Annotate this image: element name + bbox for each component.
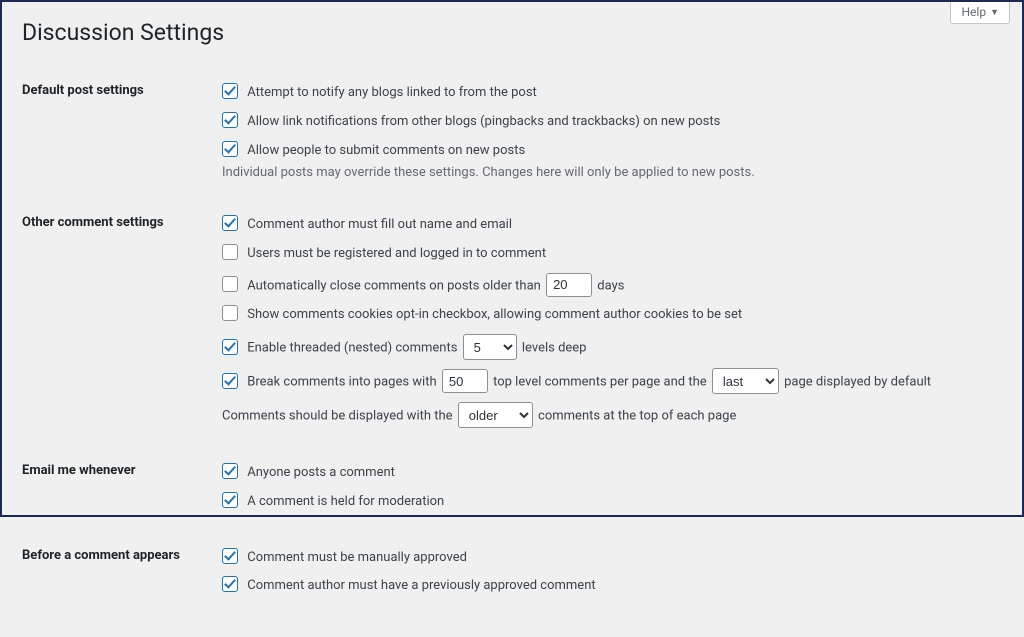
row-threaded[interactable]: Enable threaded (nested) comments 5 leve… [222, 334, 992, 360]
checkbox-notify[interactable] [222, 83, 238, 99]
select-threaded-levels[interactable]: 5 [463, 334, 517, 360]
help-tab-button[interactable]: Help ▼ [950, 2, 1010, 24]
row-cookies[interactable]: Show comments cookies opt-in checkbox, a… [222, 305, 992, 326]
label-notify: Attempt to notify any blogs linked to fr… [247, 85, 537, 100]
help-tab-label: Help [961, 5, 986, 19]
row-email-anyone[interactable]: Anyone posts a comment [222, 463, 992, 484]
label-registered: Users must be registered and logged in t… [247, 246, 546, 261]
section-heading-other: Other comment settings [22, 200, 222, 448]
checkbox-paginate[interactable] [222, 373, 238, 389]
row-before-manual[interactable]: Comment must be manually approved [222, 548, 992, 569]
select-paginate-default[interactable]: last [712, 368, 779, 394]
label-paginate-pre: Break comments into pages with [247, 375, 436, 390]
row-paginate[interactable]: Break comments into pages with top level… [222, 368, 992, 394]
row-notify[interactable]: Attempt to notify any blogs linked to fr… [222, 83, 992, 104]
section-heading-default: Default post settings [22, 68, 222, 200]
row-autoclose[interactable]: Automatically close comments on posts ol… [222, 273, 992, 297]
label-cookies: Show comments cookies opt-in checkbox, a… [247, 307, 742, 322]
checkbox-cookies[interactable] [222, 305, 238, 321]
checkbox-threaded[interactable] [222, 339, 238, 355]
label-paginate-post: page displayed by default [784, 375, 931, 390]
label-name-email: Comment author must fill out name and em… [247, 217, 512, 232]
select-comment-order[interactable]: older [458, 402, 533, 428]
label-order-post: comments at the top of each page [538, 409, 736, 424]
row-allow-comments[interactable]: Allow people to submit comments on new p… [222, 141, 992, 162]
checkbox-name-email[interactable] [222, 215, 238, 231]
row-pingback[interactable]: Allow link notifications from other blog… [222, 112, 992, 133]
section-heading-email: Email me whenever [22, 448, 222, 533]
row-email-moderation[interactable]: A comment is held for moderation [222, 492, 992, 513]
label-order-pre: Comments should be displayed with the [222, 409, 453, 424]
row-before-prev[interactable]: Comment author must have a previously ap… [222, 576, 992, 597]
page-title: Discussion Settings [22, 10, 1002, 50]
label-allow-comments: Allow people to submit comments on new p… [247, 143, 525, 158]
checkbox-email-anyone[interactable] [222, 463, 238, 479]
default-post-note: Individual posts may override these sett… [222, 165, 992, 180]
label-before-manual: Comment must be manually approved [247, 550, 467, 565]
label-threaded-post: levels deep [522, 341, 587, 356]
label-email-anyone: Anyone posts a comment [247, 465, 395, 480]
label-email-moderation: A comment is held for moderation [247, 494, 444, 509]
checkbox-allow-comments[interactable] [222, 141, 238, 157]
label-before-prev: Comment author must have a previously ap… [247, 578, 595, 593]
checkbox-email-moderation[interactable] [222, 492, 238, 508]
label-pingback: Allow link notifications from other blog… [247, 114, 720, 129]
section-heading-before: Before a comment appears [22, 533, 222, 618]
checkbox-registered[interactable] [222, 244, 238, 260]
input-paginate-perpage[interactable] [442, 369, 488, 393]
label-autoclose-pre: Automatically close comments on posts ol… [247, 278, 541, 293]
checkbox-before-manual[interactable] [222, 548, 238, 564]
row-order: Comments should be displayed with the ol… [222, 402, 992, 428]
row-name-email[interactable]: Comment author must fill out name and em… [222, 215, 992, 236]
row-registered[interactable]: Users must be registered and logged in t… [222, 244, 992, 265]
chevron-down-icon: ▼ [990, 7, 999, 18]
checkbox-before-prev[interactable] [222, 576, 238, 592]
label-paginate-mid: top level comments per page and the [493, 375, 707, 390]
checkbox-autoclose[interactable] [222, 276, 238, 292]
checkbox-pingback[interactable] [222, 112, 238, 128]
input-autoclose-days[interactable] [546, 273, 592, 297]
label-autoclose-post: days [597, 278, 624, 293]
label-threaded-pre: Enable threaded (nested) comments [247, 341, 457, 356]
